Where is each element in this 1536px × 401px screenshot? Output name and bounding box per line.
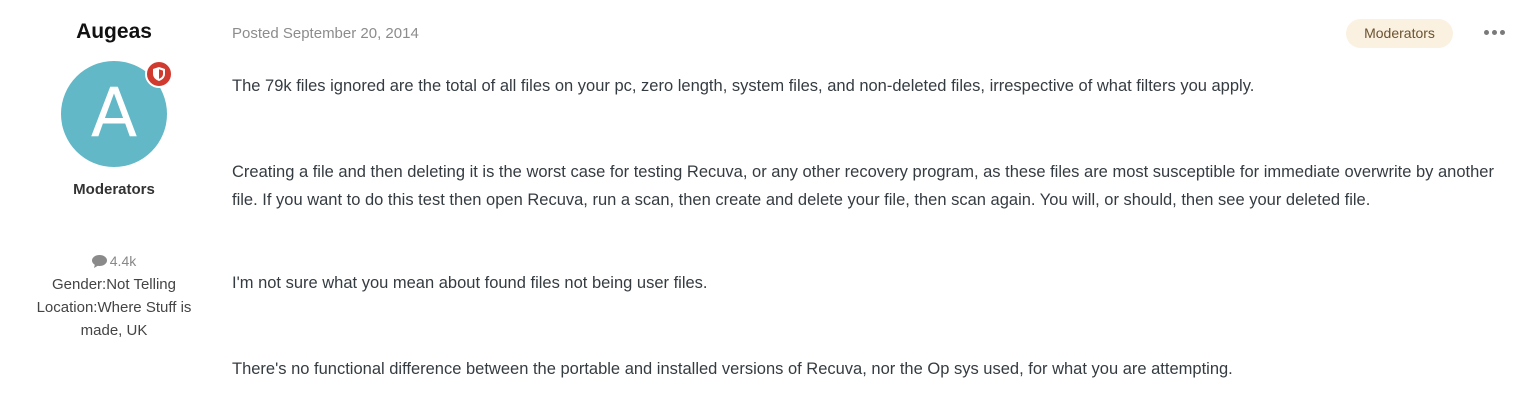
shield-icon — [145, 60, 173, 88]
gender-field: Gender:Not Telling — [52, 276, 176, 293]
author-panel: Augeas A Moderators 4.4k Gender:Not Tell… — [0, 0, 228, 401]
author-stats: 4.4k Gender:Not Telling Location:Where S… — [0, 250, 228, 342]
post-paragraph: The 79k files ignored are the total of a… — [232, 77, 1255, 95]
group-badge: Moderators — [1346, 19, 1453, 48]
post-paragraph: There's no functional difference between… — [232, 360, 1233, 378]
comment-icon — [91, 255, 107, 268]
post-date[interactable]: Posted September 20, 2014 — [232, 24, 419, 44]
location-field-line1: Location:Where Stuff is — [36, 299, 192, 316]
post-count: 4.4k — [0, 250, 228, 273]
author-name[interactable]: Augeas — [0, 18, 228, 46]
post-paragraph: I'm not sure what you mean about found f… — [232, 274, 708, 292]
forum-post: Augeas A Moderators 4.4k Gender:Not Tell… — [0, 0, 1536, 401]
location-field-line2: made, UK — [80, 322, 148, 339]
post-paragraph: Creating a file and then deleting it is … — [232, 163, 1494, 209]
ellipsis-icon[interactable] — [1482, 22, 1508, 44]
author-group: Moderators — [73, 181, 155, 198]
post-count-value: 4.4k — [109, 253, 137, 269]
